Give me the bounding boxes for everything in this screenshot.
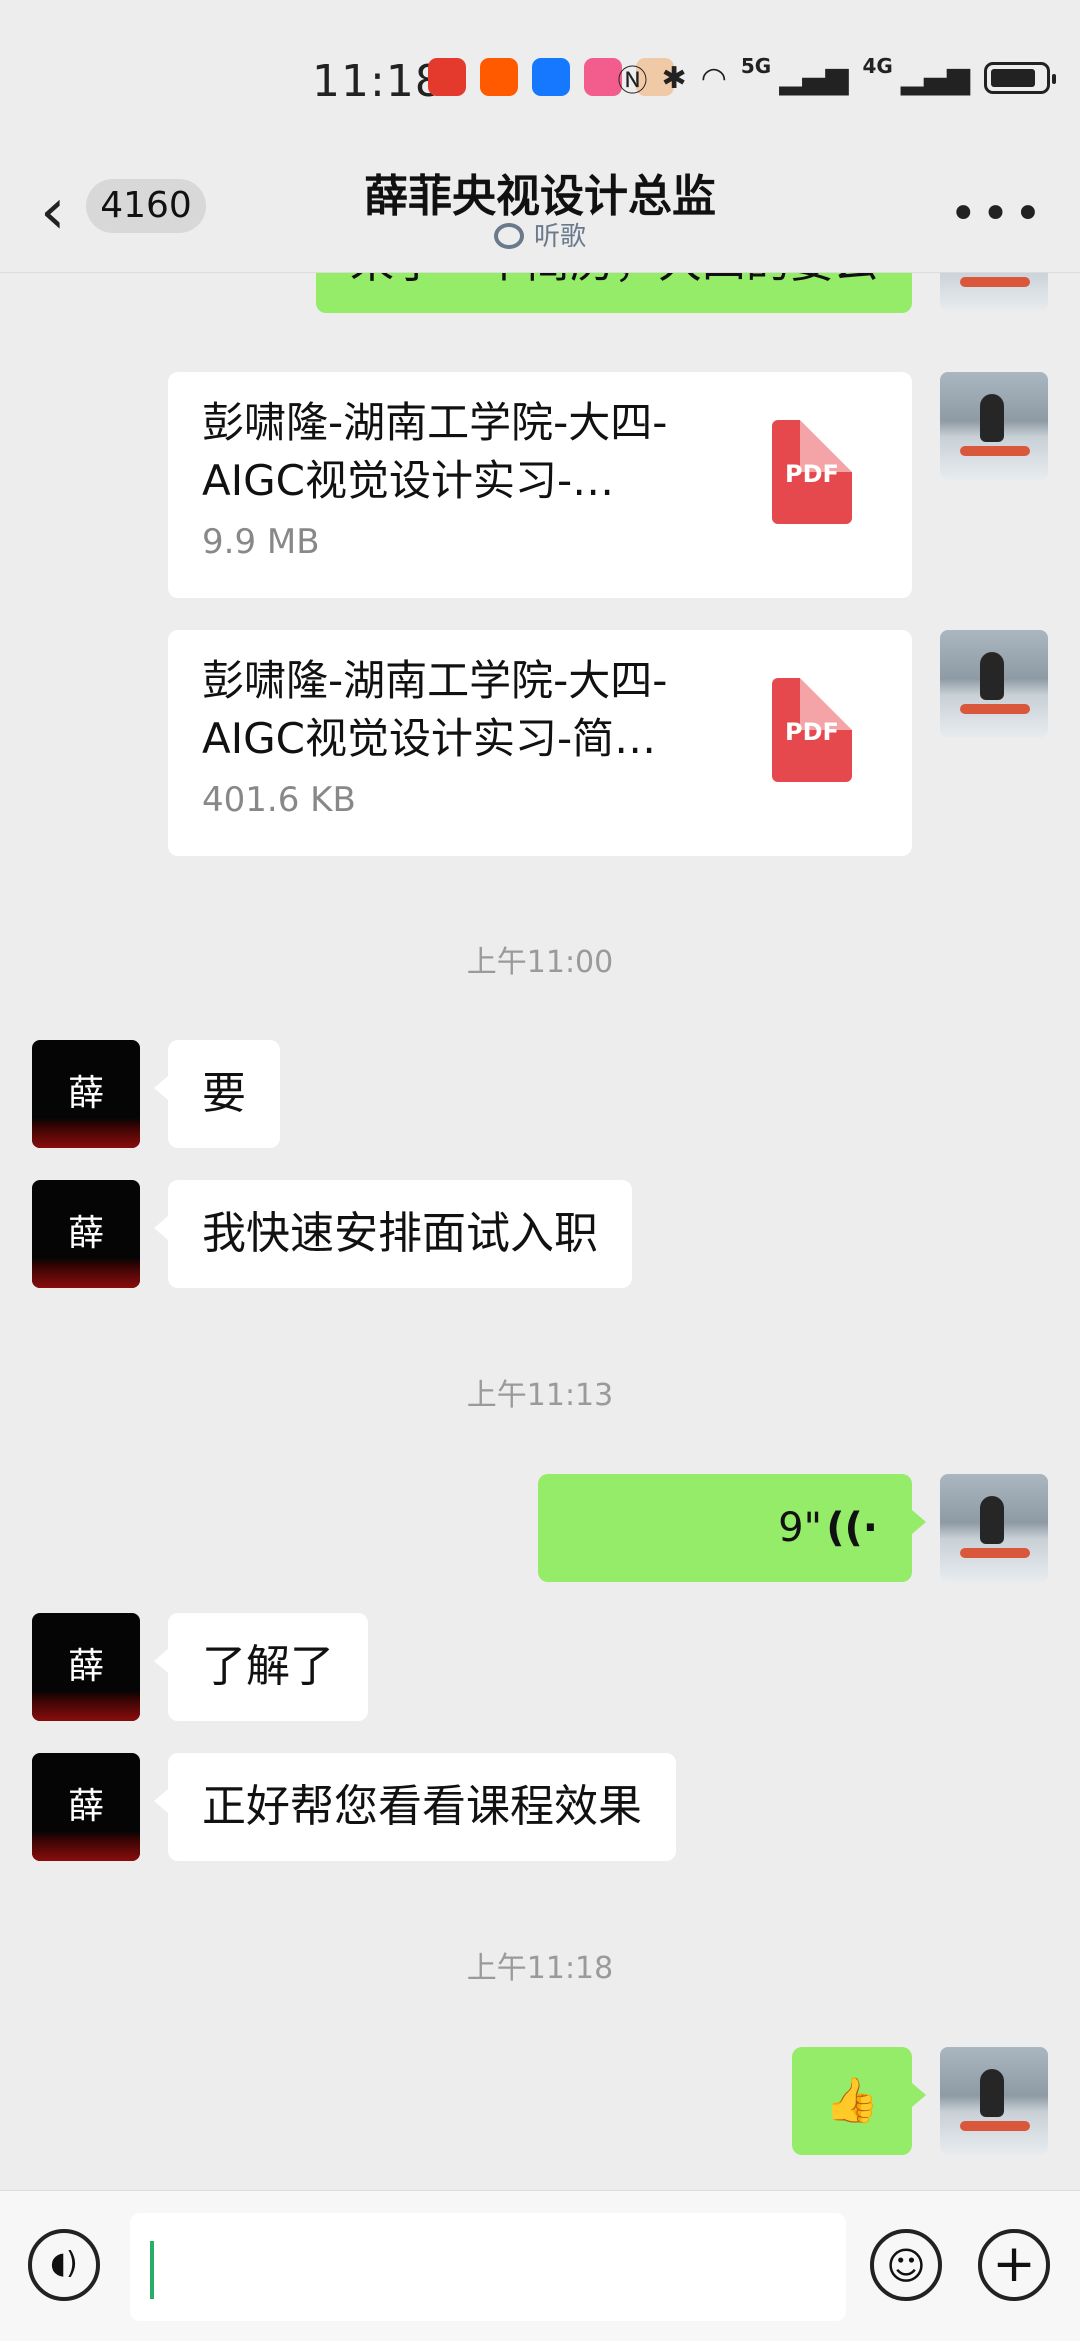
alipay-icon: [532, 58, 570, 96]
network-5g-label: 5G: [740, 54, 772, 78]
voice-duration: 9": [778, 1505, 822, 1551]
voice-input-icon[interactable]: ◖): [28, 2229, 100, 2301]
message-text: 了解了: [202, 1641, 334, 1692]
message-input[interactable]: [130, 2213, 846, 2321]
message-bubble-received[interactable]: 了解了: [154, 1613, 368, 1721]
my-avatar[interactable]: [940, 630, 1048, 738]
my-avatar[interactable]: [940, 372, 1048, 480]
message-bubble-received[interactable]: 我快速安排面试入职: [154, 1180, 632, 1288]
emoji-icon[interactable]: ☺: [870, 2229, 942, 2301]
file-name: 彭啸隆-湖南工学院-大四-AIGC视觉设计实习-…: [202, 398, 668, 505]
message-text: 要: [202, 1068, 246, 1119]
chat-header: ‹ 4160 薛菲央视设计总监 听歌 •••: [0, 160, 1080, 273]
message-bubble-sent[interactable]: 来了一个简历，大四的要么: [316, 273, 912, 313]
more-options-icon[interactable]: •••: [949, 186, 1046, 242]
message-bubble-received[interactable]: 要: [154, 1040, 280, 1148]
system-icons: Ⓝ ✱ ◠ 5G ▂▄▆ 4G ▂▄▆: [617, 54, 1056, 100]
voice-message-bubble[interactable]: 9" ((·: [538, 1474, 926, 1582]
app-notification-icon: [428, 58, 466, 96]
message-bubble-received[interactable]: 正好帮您看看课程效果: [154, 1753, 676, 1861]
network-4g-label: 4G: [862, 54, 893, 78]
input-bar: ◖) ☺ +: [0, 2190, 1080, 2341]
status-time: 11:18: [312, 56, 444, 107]
file-message-card[interactable]: 彭啸隆-湖南工学院-大四-AIGC视觉设计实习-… 9.9 MB PDF: [168, 372, 912, 598]
contact-avatar[interactable]: 薛: [32, 1180, 140, 1288]
bilibili-icon: [584, 58, 622, 96]
message-text: 来了一个简历，大四的要么: [350, 273, 878, 288]
wifi-icon: ◠: [700, 60, 727, 96]
my-avatar[interactable]: [940, 273, 1048, 311]
taobao-icon: [480, 58, 518, 96]
thumbs-up-icon: 👍: [824, 2075, 880, 2126]
file-size: 401.6 KB: [202, 780, 356, 820]
file-size: 9.9 MB: [202, 522, 320, 562]
status-bar: 11:18 Ⓝ ✱ ◠ 5G ▂▄▆ 4G ▂▄▆: [0, 0, 1080, 160]
message-list[interactable]: 来了一个简历，大四的要么 彭啸隆-湖南工学院-大四-AIGC视觉设计实习-… 9…: [0, 273, 1080, 2190]
timestamp: 上午11:00: [466, 945, 614, 980]
signal-icon: ▂▄▆: [900, 60, 970, 96]
my-avatar[interactable]: [940, 1474, 1048, 1582]
file-message-card[interactable]: 彭啸隆-湖南工学院-大四-AIGC视觉设计实习-简… 401.6 KB PDF: [168, 630, 912, 856]
headphone-icon: [493, 223, 524, 249]
voice-waves-icon: ((·: [826, 1505, 878, 1551]
status-subtitle-text: 听歌: [533, 222, 586, 252]
timestamp: 上午11:13: [466, 1378, 614, 1413]
text-cursor: [150, 2241, 154, 2299]
contact-avatar[interactable]: 薛: [32, 1753, 140, 1861]
battery-icon: [984, 62, 1056, 94]
bluetooth-icon: ✱: [661, 60, 687, 96]
contact-avatar[interactable]: 薛: [32, 1040, 140, 1148]
plus-icon[interactable]: +: [978, 2229, 1050, 2301]
my-avatar[interactable]: [940, 2047, 1048, 2155]
message-text: 正好帮您看看课程效果: [202, 1781, 642, 1832]
status-subtitle: 听歌: [0, 216, 1080, 253]
chat-title: 薛菲央视设计总监: [364, 171, 716, 222]
pdf-file-icon: PDF: [772, 678, 852, 782]
pdf-file-icon: PDF: [772, 420, 852, 524]
message-text: 我快速安排面试入职: [202, 1208, 598, 1259]
emoji-message-bubble[interactable]: 👍: [792, 2047, 926, 2155]
file-name: 彭啸隆-湖南工学院-大四-AIGC视觉设计实习-简…: [202, 656, 668, 763]
signal-icon: ▂▄▆: [779, 60, 849, 96]
contact-avatar[interactable]: 薛: [32, 1613, 140, 1721]
nfc-icon: Ⓝ: [617, 64, 648, 99]
timestamp: 上午11:18: [466, 1951, 614, 1986]
